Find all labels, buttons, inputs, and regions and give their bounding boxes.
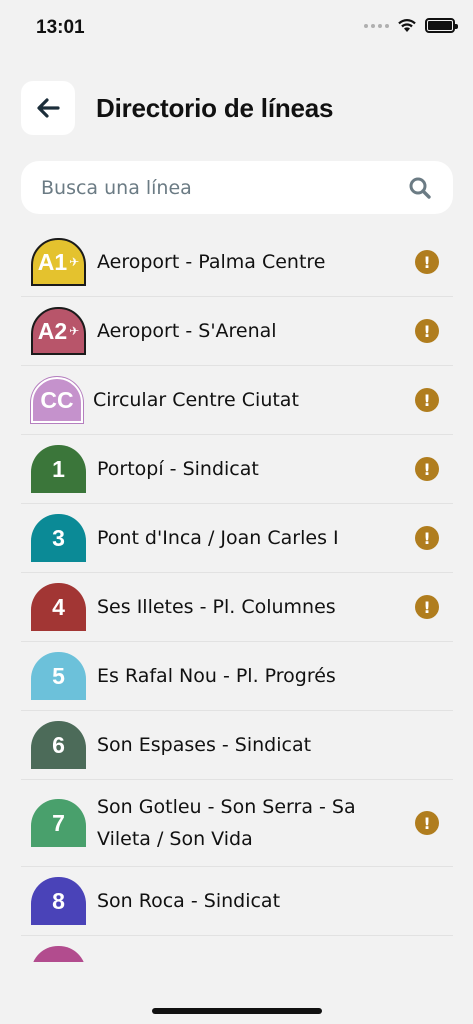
line-row-5[interactable]: 5 Es Rafal Nou - Pl. Progrés <box>21 642 453 711</box>
line-badge: 1 <box>31 445 86 493</box>
line-row-6[interactable]: 6 Son Espases - Sindicat <box>21 711 453 780</box>
back-button[interactable] <box>21 81 75 135</box>
line-badge: 9 <box>31 946 86 962</box>
line-badge: 3 <box>31 514 86 562</box>
line-row-8[interactable]: 8 Son Roca - Sindicat <box>21 867 453 936</box>
line-name: Aeroport - Palma Centre <box>97 251 326 273</box>
signal-icon <box>364 23 389 28</box>
line-code: 3 <box>52 524 65 551</box>
arrow-left-icon <box>37 98 60 118</box>
line-row-cc[interactable]: CC Circular Centre Ciutat! <box>21 366 453 435</box>
header: Directorio de líneas <box>21 81 334 135</box>
status-time: 13:01 <box>36 17 85 38</box>
line-row-1[interactable]: 1 Portopí - Sindicat! <box>21 435 453 504</box>
search-icon[interactable] <box>407 175 433 201</box>
status-icons <box>364 18 458 33</box>
line-name: Son Espases - Sindicat <box>97 734 312 756</box>
line-badge: 4 <box>31 583 86 631</box>
line-badge: A2 ✈ <box>31 307 86 355</box>
line-row-9[interactable]: 9 <box>21 936 453 962</box>
line-name: Ses Illetes - Pl. Columnes <box>97 596 336 618</box>
line-row-a2[interactable]: A2 ✈ Aeroport - S'Arenal! <box>21 297 453 366</box>
line-code: 9 <box>52 957 65 963</box>
line-code: CC <box>40 386 74 413</box>
wifi-icon <box>398 19 416 32</box>
line-name: Son Gotleu - Son Serra - Sa Vileta / Son… <box>97 796 356 850</box>
alert-icon[interactable]: ! <box>415 250 439 274</box>
line-badge: 6 <box>31 721 86 769</box>
line-badge: A1 ✈ <box>31 238 86 286</box>
line-name: Aeroport - S'Arenal <box>97 320 277 342</box>
line-code: 6 <box>52 731 65 758</box>
page-title: Directorio de líneas <box>96 92 334 123</box>
search-input[interactable] <box>41 176 407 199</box>
line-code: 1 <box>52 455 65 482</box>
line-badge: 7 <box>31 799 86 847</box>
line-code: 8 <box>52 887 65 914</box>
line-name: Circular Centre Ciutat <box>93 389 299 411</box>
alert-icon[interactable]: ! <box>415 388 439 412</box>
lines-list[interactable]: A1 ✈ Aeroport - Palma Centre! A2 ✈ Aeroport -… <box>21 228 453 962</box>
line-name: Es Rafal Nou - Pl. Progrés <box>97 665 336 687</box>
line-name: Son Roca - Sindicat <box>97 890 281 912</box>
alert-icon[interactable]: ! <box>415 811 439 835</box>
line-row-7[interactable]: 7 Son Gotleu - Son Serra - Sa Vileta / So… <box>21 780 453 867</box>
plane-icon: ✈ <box>69 324 80 338</box>
line-row-a1[interactable]: A1 ✈ Aeroport - Palma Centre! <box>21 228 453 297</box>
line-badge: CC <box>31 377 83 423</box>
home-indicator[interactable] <box>152 1008 322 1014</box>
battery-icon <box>425 18 458 33</box>
alert-icon[interactable]: ! <box>415 526 439 550</box>
line-row-4[interactable]: 4 Ses Illetes - Pl. Columnes! <box>21 573 453 642</box>
line-name: Pont d'Inca / Joan Carles I <box>97 527 339 549</box>
line-code: 7 <box>52 809 65 836</box>
line-code: A1 <box>37 248 68 275</box>
alert-icon[interactable]: ! <box>415 457 439 481</box>
line-code: 4 <box>52 593 65 620</box>
status-bar: 13:01 <box>0 0 473 56</box>
line-badge: 8 <box>31 877 86 925</box>
search-bar[interactable] <box>21 161 453 214</box>
alert-icon[interactable]: ! <box>415 595 439 619</box>
line-badge: 5 <box>31 652 86 700</box>
line-name: Portopí - Sindicat <box>97 458 259 480</box>
alert-icon[interactable]: ! <box>415 319 439 343</box>
line-code: 5 <box>52 662 65 689</box>
line-row-3[interactable]: 3 Pont d'Inca / Joan Carles I! <box>21 504 453 573</box>
line-code: A2 <box>37 317 68 344</box>
plane-icon: ✈ <box>69 255 80 269</box>
